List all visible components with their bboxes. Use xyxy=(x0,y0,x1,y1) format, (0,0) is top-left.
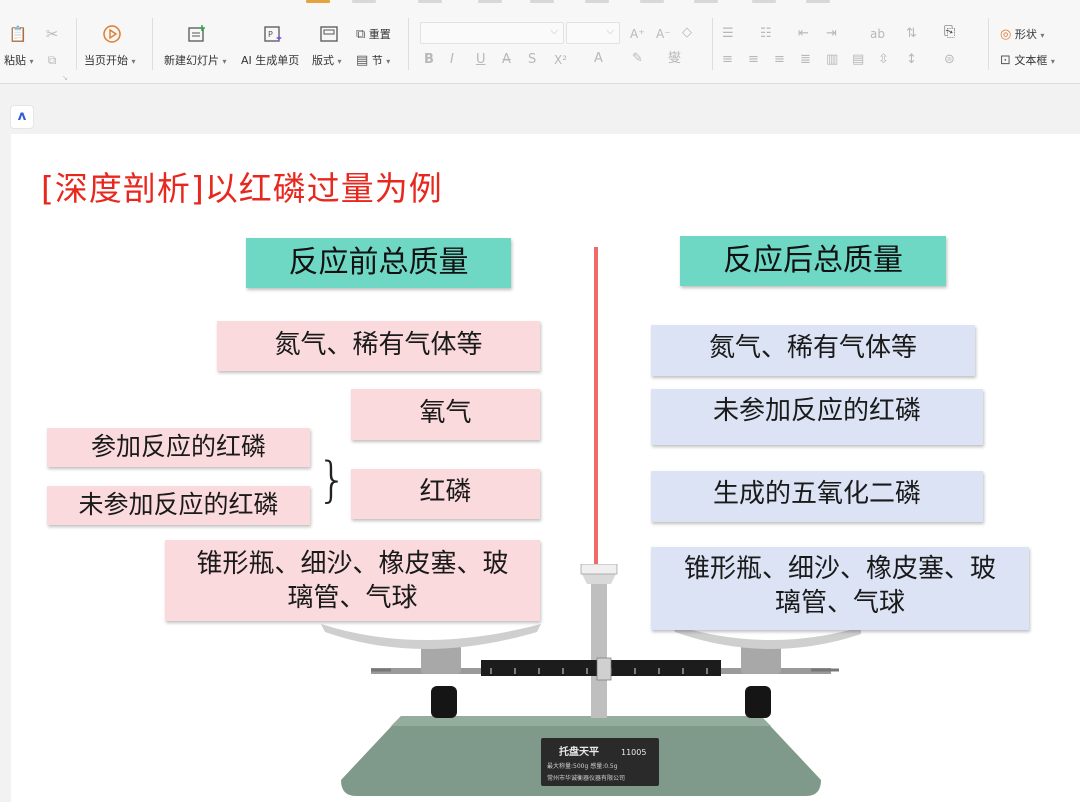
paste-label: 粘贴 xyxy=(4,54,26,67)
text-transform-icon[interactable]: ⎘ xyxy=(944,24,955,40)
numbered-list-icon[interactable]: ☷ xyxy=(760,26,772,42)
left-apparatus-line2: 璃管、气球 xyxy=(287,583,418,613)
layout-button[interactable]: 版式 ▾ xyxy=(312,52,342,68)
textbox-icon: ⊡ xyxy=(1000,53,1011,68)
right-box-unreacted-phosphorus[interactable]: 未参加反应的红磷 xyxy=(651,389,983,445)
balance-right-post xyxy=(745,686,771,718)
paragraph-spacing-icon[interactable]: ↕ xyxy=(906,52,917,68)
balance-spec-text: 最大称量:500g 感量:0.5g xyxy=(547,762,618,770)
shape-button[interactable]: ◎ 形状 ▾ xyxy=(1000,26,1044,42)
distribute-icon[interactable]: ▥ xyxy=(826,52,838,68)
shape-icon: ◎ xyxy=(1000,27,1012,42)
balance-center-column xyxy=(591,584,607,718)
balance-model-text: 11005 xyxy=(621,748,646,757)
slide-title[interactable]: [深度剖析]以红磷过量为例 xyxy=(41,162,443,210)
right-apparatus-line2: 璃管、气球 xyxy=(774,588,905,618)
ai-generate-icon[interactable]: P xyxy=(262,24,284,47)
left-box-apparatus[interactable]: 锥形瓶、细沙、橡皮塞、玻 璃管、气球 xyxy=(165,540,540,621)
clear-format-icon[interactable]: ◇ xyxy=(682,25,692,41)
ai-generate-label: AI 生成单页 xyxy=(241,54,300,67)
balance-left-pan xyxy=(321,624,541,649)
textbox-button[interactable]: ⊡ 文本框 ▾ xyxy=(1000,52,1055,68)
cut-icon[interactable]: ✂ xyxy=(44,26,60,42)
align-center-icon[interactable]: ≡ xyxy=(748,52,759,68)
balance-maker-text: 常州市华诚衡器仪器有限公司 xyxy=(547,774,625,782)
line-spacing-icon[interactable]: ⇅ xyxy=(906,26,917,42)
paragraph-settings-icon[interactable]: ⊜ xyxy=(944,52,955,68)
bullet-list-icon[interactable]: ☰ xyxy=(722,26,734,42)
new-slide-icon[interactable] xyxy=(186,24,208,47)
superscript-icon[interactable]: X² xyxy=(554,52,567,68)
play-circle-icon[interactable] xyxy=(102,24,122,47)
left-box-oxygen[interactable]: 氧气 xyxy=(351,389,540,440)
phonetic-icon[interactable]: 燮 xyxy=(668,51,681,67)
paste-button[interactable]: 粘贴 ▾ xyxy=(4,52,34,68)
increase-indent-icon[interactable]: ⇥ xyxy=(826,26,837,42)
decrease-font-icon[interactable]: A⁻ xyxy=(656,26,671,42)
left-header[interactable]: 反应前总质量 xyxy=(246,238,511,288)
reset-icon: ⧉ xyxy=(356,27,366,42)
svg-text:P: P xyxy=(268,30,273,39)
columns-icon[interactable]: ▤ xyxy=(852,52,864,68)
shadow-text-icon[interactable]: S xyxy=(528,52,536,68)
shape-label: 形状 xyxy=(1014,28,1037,41)
section-icon: ▤ xyxy=(356,53,369,68)
layout-icon[interactable] xyxy=(318,24,340,47)
new-slide-button[interactable]: 新建幻灯片 ▾ xyxy=(164,52,227,68)
vertical-align-icon[interactable]: ⇳ xyxy=(878,52,889,68)
textbox-label: 文本框 xyxy=(1014,54,1048,67)
slide[interactable]: [深度剖析]以红磷过量为例 反应前总质量 反应后总质量 托盘天平 11005 最… xyxy=(11,134,1080,802)
italic-icon[interactable]: I xyxy=(450,52,454,68)
bold-icon[interactable]: B xyxy=(424,52,434,68)
left-box-nitrogen[interactable]: 氮气、稀有气体等 xyxy=(217,321,540,371)
divider-line xyxy=(594,247,598,569)
left-box-reacted-phosphorus[interactable]: 参加反应的红磷 xyxy=(47,428,310,467)
app-logo-icon[interactable]: ʌ xyxy=(10,105,34,129)
ribbon-toolbar: 📋 ✂ ⧉ 粘贴 ▾ ↘ 当页开始 ▾ 新建幻灯片 ▾ P AI 生成单页 版式… xyxy=(0,0,1080,84)
justify-icon[interactable]: ≣ xyxy=(800,52,811,68)
start-from-current-button[interactable]: 当页开始 ▾ xyxy=(84,52,136,68)
new-slide-label: 新建幻灯片 xyxy=(164,54,219,67)
increase-font-icon[interactable]: A⁺ xyxy=(630,26,645,42)
balance-plate-text: 托盘天平 xyxy=(559,745,599,758)
underline-icon[interactable]: U xyxy=(476,52,486,68)
brace-icon: } xyxy=(317,452,348,508)
font-family-select[interactable]: ⌵ xyxy=(420,22,564,44)
text-direction-icon[interactable]: ab xyxy=(870,26,885,42)
decrease-indent-icon[interactable]: ⇤ xyxy=(798,26,809,42)
right-box-apparatus[interactable]: 锥形瓶、细沙、橡皮塞、玻 璃管、气球 xyxy=(651,547,1029,630)
section-label: 节 xyxy=(371,54,383,67)
paste-icon[interactable]: 📋 xyxy=(8,26,28,42)
reset-label: 重置 xyxy=(368,28,391,41)
right-header[interactable]: 反应后总质量 xyxy=(680,236,946,286)
font-size-select[interactable]: ⌵ xyxy=(566,22,620,44)
ribbon-tab-strip xyxy=(0,0,1080,8)
right-box-product[interactable]: 生成的五氧化二磷 xyxy=(651,471,983,522)
layout-label: 版式 xyxy=(312,54,334,67)
strikethrough-icon[interactable]: A̶ xyxy=(502,52,511,68)
font-color-icon[interactable]: A xyxy=(594,51,603,67)
right-apparatus-line1: 锥形瓶、细沙、橡皮塞、玻 xyxy=(683,554,996,584)
ai-generate-button[interactable]: AI 生成单页 xyxy=(241,52,299,68)
align-left-icon[interactable]: ≡ xyxy=(722,52,733,68)
left-box-phosphorus[interactable]: 红磷 xyxy=(351,469,540,519)
left-apparatus-line1: 锥形瓶、细沙、橡皮塞、玻 xyxy=(196,549,509,579)
copy-icon[interactable]: ⧉ xyxy=(44,52,60,68)
right-box-nitrogen[interactable]: 氮气、稀有气体等 xyxy=(651,325,975,376)
balance-left-post xyxy=(431,686,457,718)
align-right-icon[interactable]: ≡ xyxy=(774,52,785,68)
reset-button[interactable]: ⧉ 重置 xyxy=(356,26,391,42)
start-from-current-label: 当页开始 xyxy=(84,54,128,67)
section-button[interactable]: ▤ 节 ▾ xyxy=(356,52,390,68)
highlight-icon[interactable]: ✎ xyxy=(632,51,643,67)
left-box-unreacted-phosphorus[interactable]: 未参加反应的红磷 xyxy=(47,486,310,525)
